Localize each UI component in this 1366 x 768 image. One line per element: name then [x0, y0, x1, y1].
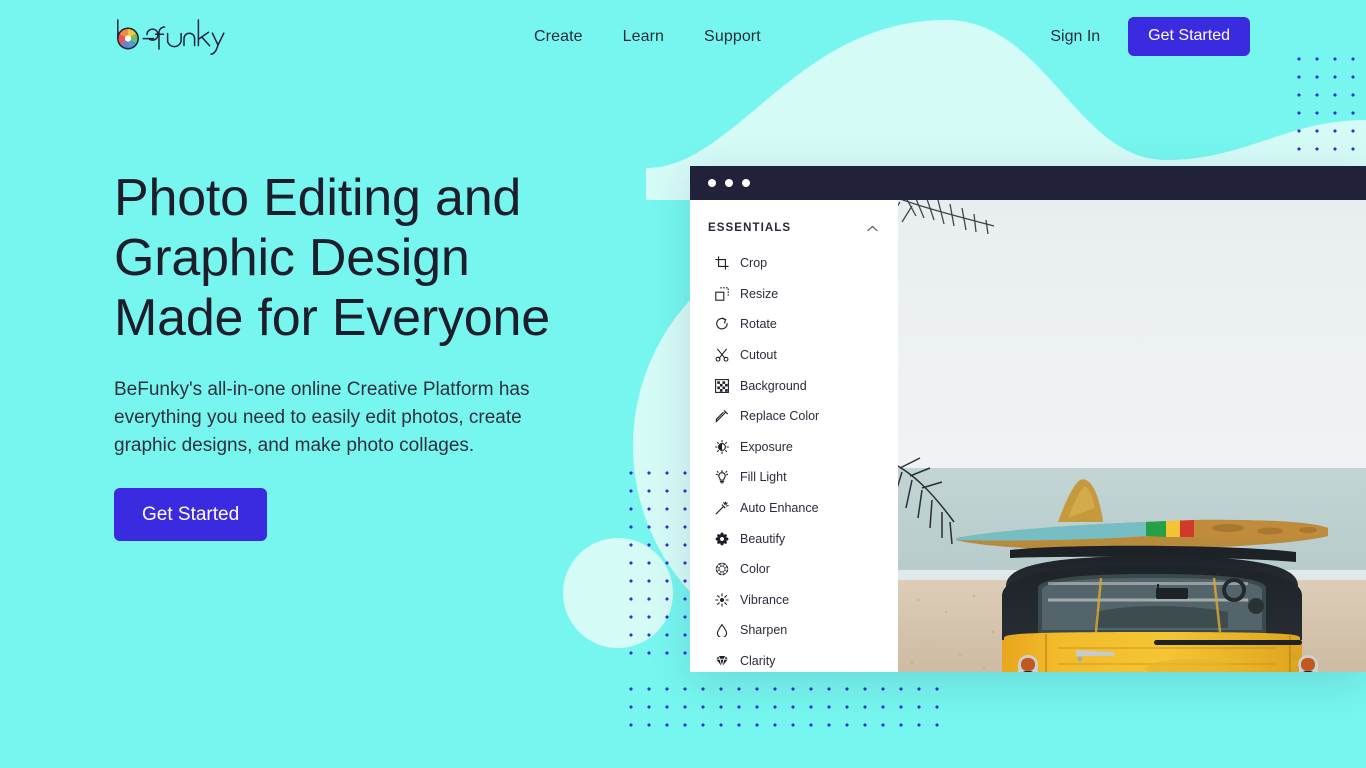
- exposure-icon: [714, 439, 729, 454]
- tool-label: Replace Color: [740, 409, 820, 424]
- tool-item-rotate[interactable]: Rotate: [690, 309, 898, 340]
- tool-item-clarity[interactable]: Clarity: [690, 646, 898, 672]
- essentials-label: ESSENTIALS: [708, 222, 792, 234]
- flower-icon: [714, 531, 729, 546]
- van-beach-photo: [898, 200, 1366, 672]
- tool-label: Rotate: [740, 317, 777, 332]
- tool-item-sharpen[interactable]: Sharpen: [690, 615, 898, 646]
- editor-body: ESSENTIALS Crop Resize Rotate Cutout Bac…: [690, 200, 1366, 672]
- tool-label: Crop: [740, 256, 768, 271]
- tool-item-resize[interactable]: Resize: [690, 279, 898, 310]
- tool-label: Clarity: [740, 654, 776, 669]
- triangle-icon: [714, 623, 729, 638]
- tool-label: Exposure: [740, 439, 793, 454]
- header-actions: Sign In Get Started: [1050, 0, 1250, 73]
- tool-item-background[interactable]: Background: [690, 370, 898, 401]
- heading-line-3: Made for Everyone: [114, 289, 550, 347]
- tool-item-replace-color[interactable]: Replace Color: [690, 401, 898, 432]
- resize-icon: [714, 286, 729, 301]
- tool-item-crop[interactable]: Crop: [690, 248, 898, 279]
- get-started-button-hero[interactable]: Get Started: [114, 488, 268, 541]
- tool-item-fill-light[interactable]: Fill Light: [690, 462, 898, 493]
- tool-item-vibrance[interactable]: Vibrance: [690, 585, 898, 616]
- nav-item-support[interactable]: Support: [704, 28, 761, 46]
- tool-label: Resize: [740, 286, 779, 301]
- tool-item-color[interactable]: Color: [690, 554, 898, 585]
- magic-wand-icon: [714, 501, 729, 516]
- essentials-section-header[interactable]: ESSENTIALS: [690, 214, 898, 242]
- tool-item-cutout[interactable]: Cutout: [690, 340, 898, 371]
- tool-label: Fill Light: [740, 470, 787, 485]
- tool-label: Beautify: [740, 531, 786, 546]
- bulb-icon: [714, 470, 729, 485]
- logo[interactable]: [112, 17, 240, 57]
- site-header: Create Learn Support Sign In Get Started: [0, 0, 1366, 73]
- diamond-icon: [714, 654, 729, 669]
- editor-canvas[interactable]: [898, 200, 1366, 672]
- page-title: Photo Editing and Graphic Design Made fo…: [114, 168, 674, 348]
- scissors-icon: [714, 348, 729, 363]
- nav-item-learn[interactable]: Learn: [623, 28, 664, 46]
- crop-icon: [714, 256, 729, 271]
- hero-subheading: BeFunky's all-in-one online Creative Pla…: [114, 379, 530, 456]
- tools-panel: ESSENTIALS Crop Resize Rotate Cutout Bac…: [690, 200, 898, 672]
- window-dot-close[interactable]: [708, 179, 716, 187]
- page-root: Create Learn Support Sign In Get Started…: [0, 0, 1366, 768]
- editor-titlebar: [690, 166, 1366, 200]
- tool-label: Background: [740, 378, 807, 393]
- main-nav: Create Learn Support: [534, 0, 761, 73]
- tool-label: Vibrance: [740, 592, 790, 607]
- rotate-icon: [714, 317, 729, 332]
- tool-item-beautify[interactable]: Beautify: [690, 523, 898, 554]
- aperture-icon: [117, 28, 139, 49]
- checkerboard-icon: [714, 378, 729, 393]
- nav-item-create[interactable]: Create: [534, 28, 583, 46]
- heading-line-1: Photo Editing and: [114, 169, 522, 227]
- dot-grid-bottom: [620, 678, 950, 734]
- tool-label: Color: [740, 562, 770, 577]
- sparkle-icon: [714, 592, 729, 607]
- tool-list: Crop Resize Rotate Cutout Background Rep…: [690, 248, 898, 672]
- tool-label: Cutout: [740, 348, 777, 363]
- heading-line-2: Graphic Design: [114, 229, 470, 287]
- tool-label: Sharpen: [740, 623, 788, 638]
- sign-in-link[interactable]: Sign In: [1050, 28, 1100, 46]
- color-wheel-icon: [714, 562, 729, 577]
- tool-item-auto-enhance[interactable]: Auto Enhance: [690, 493, 898, 524]
- chevron-up-icon[interactable]: [867, 225, 878, 232]
- decorative-circle-small: [563, 538, 673, 648]
- editor-window: ESSENTIALS Crop Resize Rotate Cutout Bac…: [690, 166, 1366, 672]
- get-started-button-header[interactable]: Get Started: [1128, 17, 1250, 56]
- hero-section: Photo Editing and Graphic Design Made fo…: [114, 168, 674, 541]
- tool-item-exposure[interactable]: Exposure: [690, 432, 898, 463]
- tool-label: Auto Enhance: [740, 501, 819, 516]
- befunky-logo-icon: [117, 19, 225, 55]
- window-dot-maximize[interactable]: [742, 179, 750, 187]
- eyedropper-icon: [714, 409, 729, 424]
- window-dot-minimize[interactable]: [725, 179, 733, 187]
